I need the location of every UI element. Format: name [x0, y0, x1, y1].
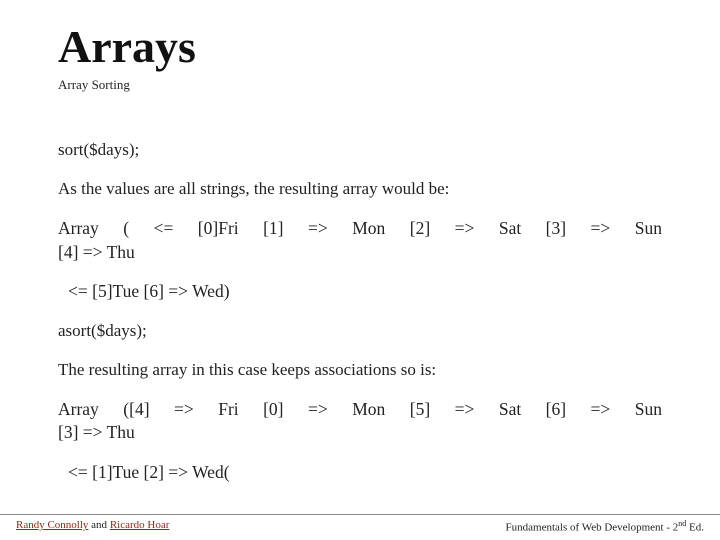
slide-title: Arrays [58, 20, 662, 73]
footer: Randy Connolly and Ricardo Hoar Fundamen… [0, 514, 720, 540]
array-1-line2: [4] => Thu [58, 241, 662, 265]
array-2-line3: <= [1]Tue [2] => Wed( [58, 461, 662, 485]
slide-body: sort($days); As the values are all strin… [58, 139, 662, 485]
array-1-line1: Array ( <= [0]Fri [1] => Mon [2] => Sat … [58, 217, 662, 241]
array-block-2: Array ([4] => Fri [0] => Mon [5] => Sat … [58, 398, 662, 445]
array-2-line2: [3] => Thu [58, 421, 662, 445]
array-block-1: Array ( <= [0]Fri [1] => Mon [2] => Sat … [58, 217, 662, 264]
code-asort: asort($days); [58, 320, 662, 343]
slide: Arrays Array Sorting sort($days); As the… [0, 0, 720, 540]
array-2-line1: Array ([4] => Fri [0] => Mon [5] => Sat … [58, 398, 662, 422]
footer-right: Fundamentals of Web Development - 2nd Ed… [506, 519, 704, 534]
code-sort: sort($days); [58, 139, 662, 162]
array-1-line3: <= [5]Tue [6] => Wed) [58, 280, 662, 304]
author-1: Randy Connolly [16, 519, 88, 531]
desc-1: As the values are all strings, the resul… [58, 178, 662, 201]
author-2: Ricardo Hoar [110, 519, 170, 531]
footer-left: Randy Connolly and Ricardo Hoar [16, 519, 169, 534]
book-title-pre: Fundamentals of Web Development - 2 [506, 522, 679, 534]
slide-subtitle: Array Sorting [58, 77, 662, 93]
footer-conj: and [88, 519, 109, 531]
desc-2: The resulting array in this case keeps a… [58, 359, 662, 382]
book-title-post: Ed. [686, 522, 704, 534]
